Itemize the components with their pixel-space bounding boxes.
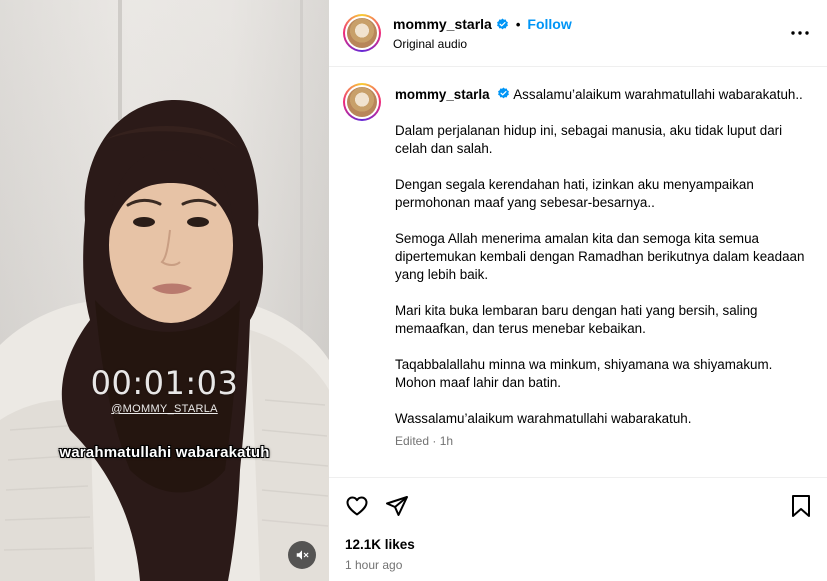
more-horizontal-icon bbox=[791, 31, 809, 35]
avatar[interactable] bbox=[343, 83, 381, 121]
mute-toggle-button[interactable] bbox=[288, 541, 316, 569]
post-timestamp[interactable]: 1 hour ago bbox=[345, 558, 402, 572]
header-user-row: mommy_starla • Follow bbox=[393, 16, 572, 32]
audio-link[interactable]: Original audio bbox=[393, 37, 467, 51]
post-panel: mommy_starla • Follow Original audio mom… bbox=[329, 0, 827, 581]
like-button[interactable] bbox=[343, 492, 371, 520]
separator-dot: • bbox=[515, 16, 521, 32]
username-link[interactable]: mommy_starla bbox=[393, 16, 492, 32]
send-icon bbox=[386, 496, 408, 516]
share-button[interactable] bbox=[383, 492, 411, 520]
reel-video[interactable]: 00:01:03 @MOMMY_STARLA warahmatullahi wa… bbox=[0, 0, 329, 581]
video-caption-subtitle: warahmatullahi wabarakatuh bbox=[59, 444, 270, 461]
profile-picture bbox=[347, 18, 377, 48]
caption-username[interactable]: mommy_starla bbox=[395, 87, 490, 102]
avatar[interactable] bbox=[343, 14, 381, 52]
post-header: mommy_starla • Follow Original audio bbox=[329, 0, 827, 67]
action-bar: 12.1K likes 1 hour ago bbox=[329, 477, 827, 581]
video-timer-overlay: 00:01:03 bbox=[90, 364, 239, 402]
caption-paragraph: Dalam perjalanan hidup ini, sebagai manu… bbox=[395, 123, 783, 156]
caption-paragraph: Wassalamu’alaikum warahmatullahi wabarak… bbox=[395, 411, 692, 426]
heart-icon bbox=[346, 496, 368, 516]
video-handle-watermark: @MOMMY_STARLA bbox=[111, 403, 218, 415]
person-illustration bbox=[0, 100, 329, 581]
bookmark-icon bbox=[792, 495, 810, 517]
more-options-button[interactable] bbox=[789, 22, 811, 44]
caption-paragraph: Mari kita buka lembaran baru dengan hati… bbox=[395, 303, 758, 336]
caption-first-line: mommy_starla Assalamu’alaikum warahmatul… bbox=[395, 86, 813, 104]
verified-badge-icon bbox=[496, 18, 508, 29]
verified-badge-icon bbox=[498, 87, 510, 99]
caption-greeting: Assalamu’alaikum warahmatullahi wabaraka… bbox=[513, 87, 803, 102]
likes-count[interactable]: 12.1K likes bbox=[345, 537, 415, 552]
caption-paragraph: Dengan segala kerendahan hati, izinkan a… bbox=[395, 177, 754, 210]
speaker-muted-icon bbox=[296, 550, 309, 560]
save-button[interactable] bbox=[787, 492, 815, 520]
post-caption: mommy_starla Assalamu’alaikum warahmatul… bbox=[395, 86, 813, 450]
follow-button[interactable]: Follow bbox=[527, 16, 571, 32]
caption-paragraph: Semoga Allah menerima amalan kita dan se… bbox=[395, 231, 805, 282]
profile-picture bbox=[347, 87, 377, 117]
post-meta: Edited · 1h bbox=[395, 434, 454, 448]
caption-paragraph: Taqabbalallahu minna wa minkum, shiyaman… bbox=[395, 357, 773, 390]
